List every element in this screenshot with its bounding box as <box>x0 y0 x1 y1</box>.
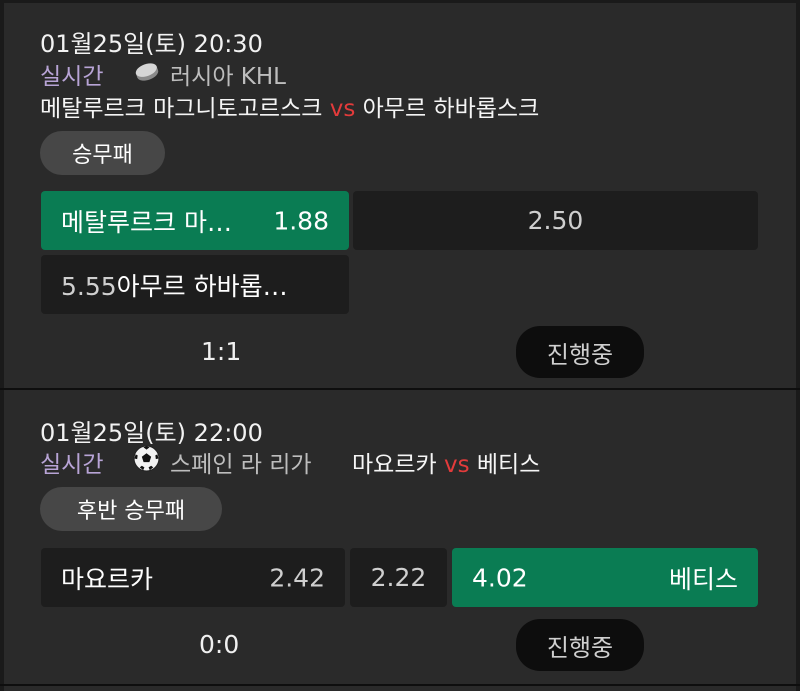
home-team: 마요르카 <box>352 452 437 478</box>
odds-draw-button[interactable]: 2.22 <box>350 548 447 607</box>
league-name: 러시아 KHL <box>170 64 286 90</box>
match-teams: 마요르카 vs 베티스 <box>352 445 540 479</box>
vs-label: vs <box>443 452 470 478</box>
match-datetime: 01월25일(토) 22:00 <box>40 419 263 447</box>
odds-home-value: 2.42 <box>269 563 325 592</box>
status-badge: 진행중 <box>516 619 644 671</box>
away-team: 아무르 하바롭스크 <box>362 96 540 122</box>
match-score: 1:1 <box>201 337 242 366</box>
match-divider <box>0 388 800 390</box>
right-border <box>796 0 800 691</box>
status-badge: 진행중 <box>516 326 644 378</box>
top-border <box>0 0 800 3</box>
match-score: 0:0 <box>199 630 240 659</box>
match-divider <box>0 684 800 686</box>
odds-home-button[interactable]: 마요르카 2.42 <box>41 548 345 607</box>
odds-away-value: 5.55 <box>61 271 117 301</box>
match-list: 01월25일(토) 20:30 실시간 러시아 KHL 메탈루르크 마그니토고르… <box>0 0 800 691</box>
left-border <box>0 0 4 691</box>
market-tab-second-half-win-draw-lose[interactable]: 후반 승무패 <box>40 487 222 531</box>
odds-home-name: 마요르카 <box>61 564 154 594</box>
odds-draw-value: 2.22 <box>370 563 427 592</box>
match-teams: 메탈루르크 마그니토고르스크 vs 아무르 하바롭스크 <box>40 89 539 123</box>
hockey-puck-icon <box>135 63 159 81</box>
odds-away-button[interactable]: 5.55아무르 하바롭… <box>41 255 349 314</box>
odds-draw-value: 2.50 <box>527 206 584 235</box>
home-team: 메탈루르크 마그니토고르스크 <box>40 96 323 122</box>
soccer-ball-icon <box>133 445 160 472</box>
odds-away-button[interactable]: 4.02 베티스 <box>452 548 758 607</box>
live-label: 실시간 <box>40 64 104 90</box>
odds-away-name: 베티스 <box>668 564 738 594</box>
odds-home-button[interactable]: 메탈루르크 마… 1.88 <box>41 191 349 250</box>
market-tab-win-draw-lose[interactable]: 승무패 <box>40 131 165 175</box>
live-label: 실시간 <box>40 452 104 478</box>
odds-away-name: 아무르 하바롭… <box>116 271 288 301</box>
odds-home-value: 1.88 <box>273 206 329 235</box>
odds-away-value: 4.02 <box>472 563 528 592</box>
league-name: 스페인 라 리가 <box>170 452 312 478</box>
odds-draw-button[interactable]: 2.50 <box>353 191 758 250</box>
away-team: 베티스 <box>476 452 541 478</box>
vs-label: vs <box>329 96 356 122</box>
match-datetime: 01월25일(토) 20:30 <box>40 30 263 58</box>
odds-home-name: 메탈루르크 마… <box>61 207 232 237</box>
